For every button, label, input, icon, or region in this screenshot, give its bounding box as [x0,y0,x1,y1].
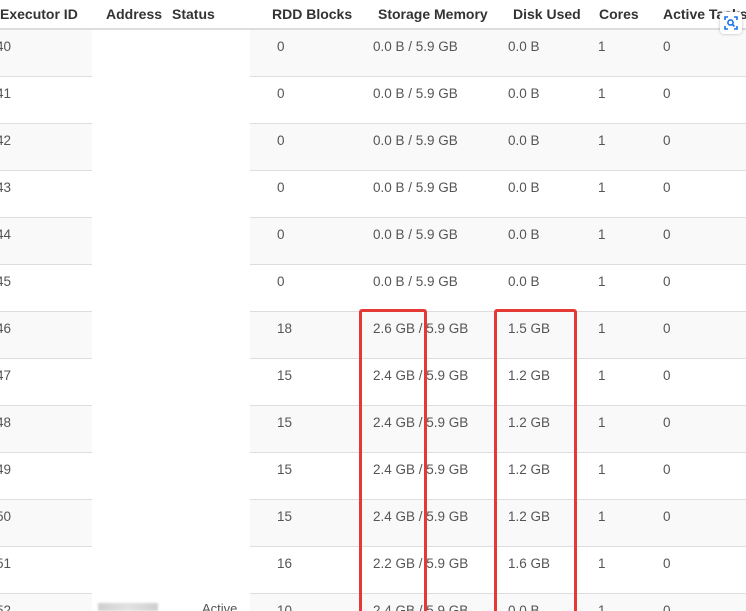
storage-memory-cell: 0.0 B / 5.9 GB [359,170,494,218]
cores-cell: 1 [587,452,651,500]
active-tasks-cell: 0 [651,452,746,500]
executor-id-cell: 52 [0,593,92,611]
executor-id-cell: 47 [0,358,92,406]
executor-id-cell: 44 [0,217,92,265]
cores-cell: 1 [587,311,651,359]
column-header-status[interactable]: Status [172,0,250,30]
disk-used-cell: 0.0 B [494,170,587,218]
rdd-blocks-cell: 0 [250,264,359,312]
cores-cell: 1 [587,217,651,265]
rdd-blocks-cell: 15 [250,499,359,547]
active-tasks-cell: 0 [651,76,746,124]
disk-used-cell: 0.0 B [494,28,587,77]
active-tasks-cell: 0 [651,311,746,359]
active-tasks-cell: 0 [651,499,746,547]
cores-cell: 1 [587,546,651,594]
cores-cell: 1 [587,28,651,77]
rdd-blocks-cell: 15 [250,452,359,500]
redacted-address-status-area [92,30,242,611]
column-header-address[interactable]: Address [92,0,172,30]
table-header-row: Executor ID Address Status RDD Blocks St… [0,0,746,30]
cores-cell: 1 [587,123,651,171]
blurred-address [98,603,158,611]
active-tasks-cell: 0 [651,28,746,77]
cores-cell: 1 [587,76,651,124]
active-tasks-cell: 0 [651,170,746,218]
column-header-storage-memory[interactable]: Storage Memory [359,0,494,30]
executor-id-cell: 40 [0,28,92,77]
cores-cell: 1 [587,170,651,218]
cores-cell: 1 [587,405,651,453]
column-header-rdd-blocks[interactable]: RDD Blocks [250,0,359,30]
executor-id-cell: 46 [0,311,92,359]
executor-id-cell: 45 [0,264,92,312]
storage-memory-cell: 0.0 B / 5.9 GB [359,264,494,312]
storage-memory-cell: 0.0 B / 5.9 GB [359,217,494,265]
column-header-cores[interactable]: Cores [587,0,651,30]
rdd-blocks-cell: 0 [250,76,359,124]
executor-id-cell: 43 [0,170,92,218]
disk-used-highlight [494,309,577,611]
column-header-disk-used[interactable]: Disk Used [494,0,587,30]
disk-used-cell: 0.0 B [494,264,587,312]
column-header-executor-id[interactable]: Executor ID [0,0,92,30]
storage-memory-cell: 0.0 B / 5.9 GB [359,123,494,171]
executor-id-cell: 49 [0,452,92,500]
rdd-blocks-cell: 0 [250,217,359,265]
disk-used-cell: 0.0 B [494,76,587,124]
image-search-icon[interactable] [720,12,742,34]
storage-memory-highlight [359,309,427,611]
rdd-blocks-cell: 10 [250,593,359,611]
active-tasks-cell: 0 [651,217,746,265]
active-tasks-cell: 0 [651,593,746,611]
rdd-blocks-cell: 15 [250,405,359,453]
executor-id-cell: 48 [0,405,92,453]
rdd-blocks-cell: 15 [250,358,359,406]
active-tasks-cell: 0 [651,264,746,312]
active-tasks-cell: 0 [651,546,746,594]
disk-used-cell: 0.0 B [494,123,587,171]
executors-table-view: Executor ID Address Status RDD Blocks St… [0,0,746,611]
cores-cell: 1 [587,264,651,312]
executor-id-cell: 50 [0,499,92,547]
active-tasks-cell: 0 [651,358,746,406]
status-cell-active: Active [202,601,238,611]
rdd-blocks-cell: 18 [250,311,359,359]
cores-cell: 1 [587,593,651,611]
storage-memory-cell: 0.0 B / 5.9 GB [359,76,494,124]
storage-memory-cell: 0.0 B / 5.9 GB [359,28,494,77]
rdd-blocks-cell: 0 [250,123,359,171]
disk-used-cell: 0.0 B [494,217,587,265]
active-tasks-cell: 0 [651,405,746,453]
rdd-blocks-cell: 0 [250,170,359,218]
rdd-blocks-cell: 16 [250,546,359,594]
executor-id-cell: 41 [0,76,92,124]
active-tasks-cell: 0 [651,123,746,171]
cores-cell: 1 [587,499,651,547]
rdd-blocks-cell: 0 [250,28,359,77]
executor-id-cell: 42 [0,123,92,171]
cores-cell: 1 [587,358,651,406]
executor-id-cell: 51 [0,546,92,594]
